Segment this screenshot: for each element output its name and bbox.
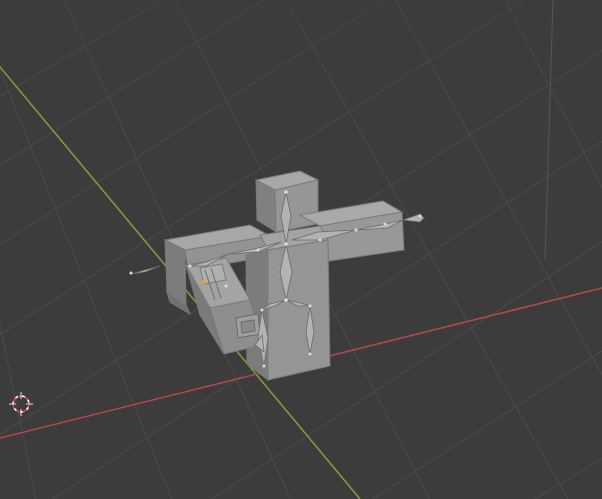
3d-cursor-icon[interactable] [9, 392, 33, 416]
3d-viewport[interactable] [0, 0, 602, 499]
active-vertex[interactable] [201, 279, 207, 285]
torso-front[interactable] [267, 239, 331, 381]
grid-fade [0, 0, 602, 120]
viewport-canvas[interactable] [0, 0, 602, 499]
gun-detail-inner[interactable] [240, 319, 256, 334]
bone-hand-left[interactable] [130, 265, 161, 275]
